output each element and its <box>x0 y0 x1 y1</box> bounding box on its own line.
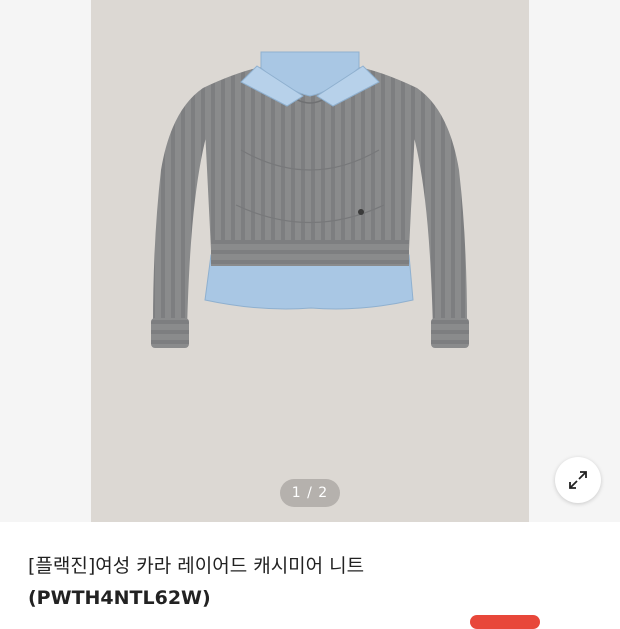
product-title-name: [플랙진]여성 카라 레이어드 캐시미어 니트 <box>28 555 365 577</box>
product-code: (PWTH4NTL62W) <box>28 587 211 609</box>
sweater-illustration <box>151 51 469 348</box>
expand-arrows-icon <box>569 471 587 489</box>
image-counter: 1 / 2 <box>280 479 340 507</box>
product-image-gallery[interactable]: 1 / 2 <box>0 0 620 522</box>
promo-badge[interactable] <box>470 615 540 629</box>
product-photo[interactable] <box>91 0 529 522</box>
expand-image-button[interactable] <box>555 457 601 503</box>
product-title: [플랙진]여성 카라 레이어드 캐시미어 니트 (PWTH4NTL62W) <box>28 550 598 614</box>
